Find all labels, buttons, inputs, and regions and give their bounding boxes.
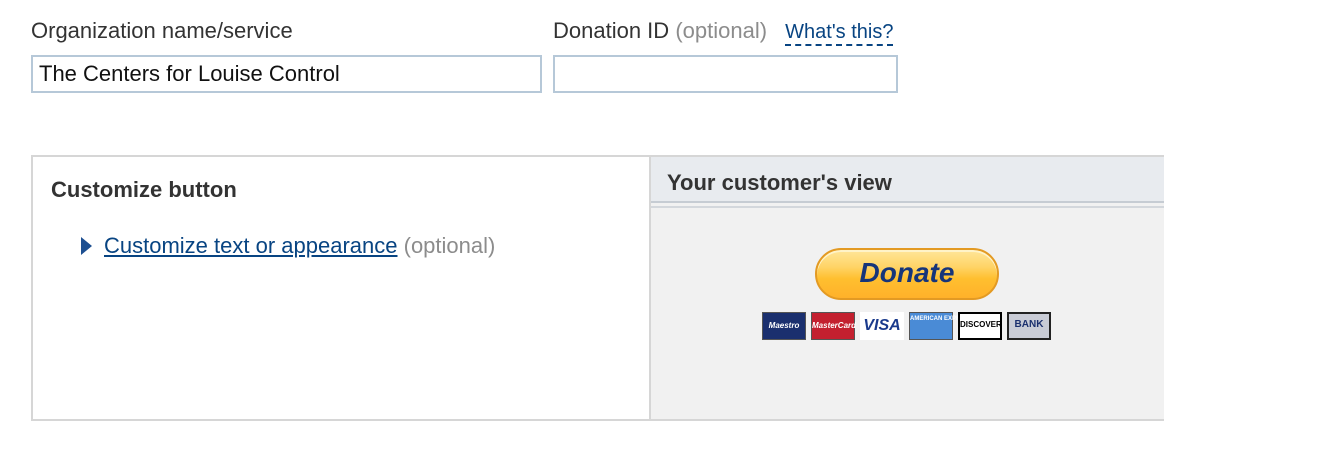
customer-view-title: Your customer's view bbox=[651, 157, 1164, 203]
payment-cards: Maestro MasterCard VISA AMERICAN EXPRESSDIS… bbox=[762, 312, 1056, 344]
donation-id-label-text: Donation ID bbox=[553, 18, 670, 43]
donation-id-input[interactable] bbox=[553, 55, 898, 93]
visa-card-icon: VISA bbox=[860, 312, 904, 340]
expand-triangle-icon[interactable] bbox=[81, 237, 92, 255]
donation-id-label: Donation ID (optional) What's this? bbox=[553, 18, 894, 46]
maestro-card-icon: Maestro bbox=[762, 312, 806, 340]
donate-button[interactable]: Donate bbox=[815, 248, 999, 300]
org-name-input[interactable] bbox=[31, 55, 542, 93]
mastercard-card-icon: MasterCard bbox=[811, 312, 856, 340]
org-name-label: Organization name/service bbox=[31, 18, 293, 44]
org-name-label-text: Organization name/service bbox=[31, 18, 293, 43]
whats-this-link[interactable]: What's this? bbox=[785, 21, 894, 46]
customize-button-section: Customize button Customize text or appea… bbox=[33, 157, 649, 419]
amex-card-icon: AMERICAN EXPRESS bbox=[909, 312, 972, 340]
customize-optional: (optional) bbox=[403, 233, 496, 258]
customize-button-title: Customize button bbox=[51, 177, 237, 202]
discover-card-icon: DISCOVER bbox=[958, 312, 1002, 340]
customize-toggle[interactable]: Customize text or appearance (optional) bbox=[81, 233, 495, 259]
customize-text-link[interactable]: Customize text or appearance bbox=[104, 233, 398, 258]
button-settings-panel: Customize button Customize text or appea… bbox=[31, 155, 1164, 421]
customer-view-section: Your customer's view Donate Maestro Maste… bbox=[649, 157, 1164, 419]
bank-card-icon: BANK bbox=[1007, 312, 1051, 340]
donation-id-optional: (optional) bbox=[675, 18, 768, 43]
header-divider bbox=[651, 203, 1164, 208]
